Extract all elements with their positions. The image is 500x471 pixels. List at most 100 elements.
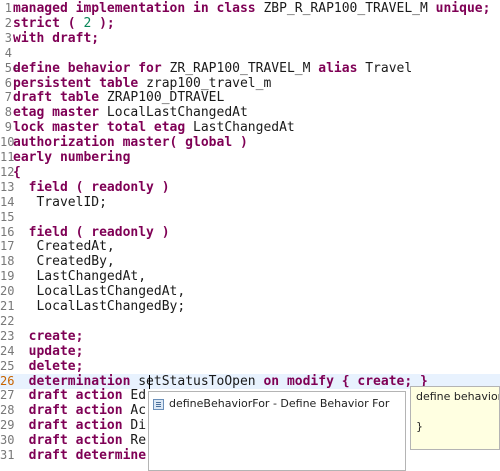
code-token: lock master total etag (13, 120, 194, 136)
code-line[interactable]: 20 LocalLastChangedAt, (0, 284, 500, 299)
code-line[interactable]: 24 update; (0, 344, 500, 359)
code-token: ZRAP100_DTRAVEL (106, 90, 225, 106)
code-token: on modify { create; } (263, 373, 428, 389)
code-token: field ( readonly ) (13, 224, 170, 240)
line-number: 7 (4, 90, 12, 105)
code-text: authorization master( global ) (13, 135, 248, 150)
code-token: CreatedBy, (13, 254, 115, 270)
line-number: 28 (0, 403, 15, 418)
line-number: 12 (0, 164, 15, 179)
code-text: draft action Ed (13, 388, 146, 403)
code-text: define behavior for ZR_RAP100_TRAVEL_M a… (13, 61, 412, 76)
line-number: 4 (4, 45, 12, 60)
code-token: zrap100_travel_m (146, 75, 272, 91)
code-token: draft action (13, 403, 131, 419)
code-line[interactable]: 22 (0, 314, 500, 329)
code-token: alias (318, 60, 366, 76)
line-number: 17 (0, 239, 15, 254)
code-line[interactable]: 9 lock master total etag LastChangedAt (0, 120, 500, 135)
code-text: etag master LocalLastChangedAt (13, 105, 248, 120)
line-number: 2 (4, 15, 12, 30)
code-line[interactable]: 16 field ( readonly ) (0, 225, 500, 240)
code-token: Di (130, 418, 147, 434)
line-number: 13 (0, 179, 15, 194)
code-line[interactable]: 19 LastChangedAt, (0, 269, 500, 284)
code-text: LastChangedAt, (13, 269, 146, 284)
line-number: 25 (0, 358, 15, 373)
code-text: field ( readonly ) (13, 180, 170, 195)
code-token: ZBP_R_RAP100_TRAVEL_M (263, 1, 436, 16)
code-line[interactable]: 18 CreatedBy, (0, 254, 500, 269)
line-number: 16 (0, 224, 15, 239)
code-token: draft table (13, 90, 107, 106)
code-token: setStatusToOpen (138, 373, 264, 389)
code-token: LastChangedAt (193, 120, 295, 136)
code-line[interactable]: 15 (0, 210, 500, 225)
line-number: 20 (0, 284, 15, 299)
content-assist-popup[interactable]: defineBehaviorFor - Define Behavior For (148, 391, 406, 471)
text-caret (149, 374, 150, 389)
line-number: 24 (0, 343, 15, 358)
code-text: managed implementation in class ZBP_R_RA… (13, 1, 490, 16)
line-number: 29 (0, 418, 15, 433)
line-number: 23 (0, 328, 15, 343)
line-number: 14 (0, 194, 15, 209)
line-number: 11 (0, 150, 15, 164)
code-token: draft action (13, 418, 131, 434)
line-number: 30 (0, 433, 15, 448)
code-text: strict ( 2 ); (13, 16, 115, 31)
code-token: ); (91, 15, 115, 31)
line-number: 6 (4, 75, 12, 90)
line-number: 21 (0, 299, 15, 313)
code-text: LocalLastChangedBy; (13, 299, 185, 314)
line-number: 31 (0, 448, 15, 462)
info-popup-brace: } (416, 420, 423, 433)
code-text: with draft; (13, 31, 99, 46)
line-number: 19 (0, 269, 15, 284)
code-token: LocalLastChangedAt, (13, 284, 186, 300)
line-number: 27 (0, 388, 15, 403)
code-token: unique; (435, 1, 491, 16)
line-number: 15 (0, 209, 15, 224)
content-assist-item-label: defineBehaviorFor - Define Behavior For (169, 397, 390, 410)
code-line[interactable]: 5 define behavior for ZR_RAP100_TRAVEL_M … (0, 61, 500, 76)
code-token: Travel (365, 60, 413, 76)
code-line[interactable]: 4 (0, 46, 500, 61)
line-number: 18 (0, 254, 15, 269)
code-line[interactable]: 12{ (0, 165, 500, 180)
code-line[interactable]: 8 etag master LocalLastChangedAt (0, 105, 500, 120)
code-token: Re (130, 433, 147, 449)
code-token: create; (13, 328, 84, 344)
code-line[interactable]: 11 early numbering (0, 150, 500, 165)
code-text: update; (13, 344, 84, 359)
code-text: determination setStatusToOpen on modify … (13, 374, 428, 389)
code-line[interactable]: 17 CreatedAt, (0, 239, 500, 254)
code-token: strict ( (13, 15, 84, 31)
code-line[interactable]: 1 managed implementation in class ZBP_R_R… (0, 1, 500, 16)
code-line[interactable]: 2 strict ( 2 ); (0, 16, 500, 31)
code-token: ZR_RAP100_TRAVEL_M (169, 60, 319, 76)
line-number: 8 (4, 105, 12, 120)
code-token: with draft; (13, 30, 100, 46)
content-assist-item[interactable]: defineBehaviorFor - Define Behavior For (153, 396, 389, 412)
code-token: managed implementation in class (13, 1, 264, 16)
code-line[interactable]: 23 create; (0, 329, 500, 344)
code-text: draft determine (13, 448, 146, 463)
code-token: TravelID; (13, 194, 107, 210)
code-text: LocalLastChangedAt, (13, 284, 185, 299)
code-token: etag master (13, 105, 107, 121)
code-line[interactable]: 25 delete; (0, 359, 500, 374)
code-line[interactable]: 21 LocalLastChangedBy; (0, 299, 500, 314)
code-token: define behavior for (13, 60, 170, 76)
code-token: draft determine (13, 448, 147, 463)
code-text: draft table ZRAP100_DTRAVEL (13, 90, 224, 105)
code-line[interactable]: 3 with draft; (0, 31, 500, 46)
code-token: { (13, 164, 21, 180)
code-line[interactable]: 14 TravelID; (0, 195, 500, 210)
code-line[interactable]: 10 authorization master( global ) (0, 135, 500, 150)
code-line[interactable]: 6 persistent table zrap100_travel_m (0, 76, 500, 91)
code-text: { (13, 165, 21, 180)
code-line[interactable]: 13 field ( readonly ) (0, 180, 500, 195)
code-line[interactable]: 7 draft table ZRAP100_DTRAVEL (0, 90, 500, 105)
code-text: persistent table zrap100_travel_m (13, 76, 271, 91)
